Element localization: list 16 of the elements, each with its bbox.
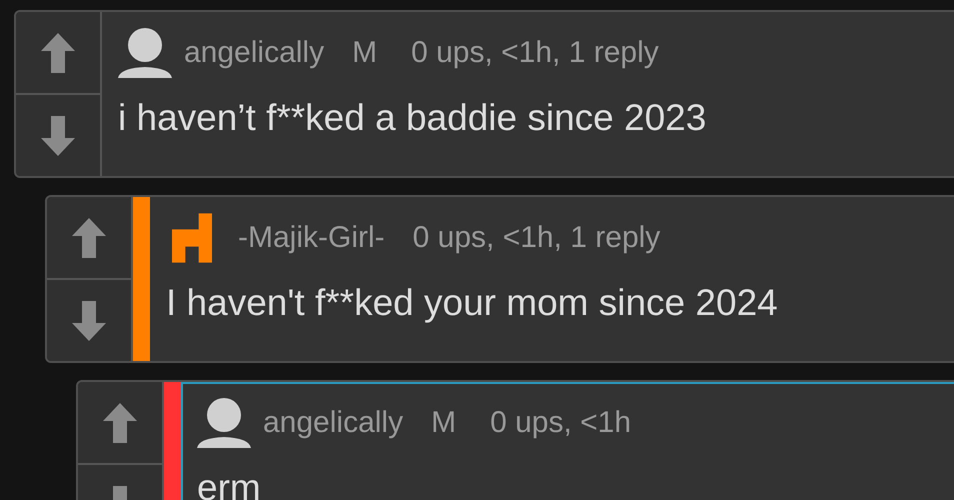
comment-meta: 0 ups, <1h bbox=[490, 406, 632, 440]
comment-text: I haven't f**ked your mom since 2024 bbox=[166, 281, 779, 325]
username[interactable]: -Majik-Girl- bbox=[238, 221, 385, 255]
user-flair-label: M bbox=[352, 36, 378, 70]
user-avatar-icon[interactable] bbox=[118, 28, 172, 78]
comment-text: i haven’t f**ked a baddie since 2023 bbox=[118, 96, 708, 140]
up-arrow-icon bbox=[72, 218, 106, 258]
comment-meta: 0 ups, <1h, 1 reply bbox=[411, 36, 659, 70]
username[interactable]: angelically bbox=[184, 36, 324, 70]
user-flair-label: M bbox=[431, 406, 456, 440]
up-arrow-icon bbox=[103, 402, 137, 442]
user-avatar-icon[interactable] bbox=[197, 398, 251, 448]
username[interactable]: angelically bbox=[263, 406, 404, 440]
up-arrow-icon bbox=[41, 32, 75, 72]
comment-meta: 0 ups, <1h, 1 reply bbox=[412, 221, 660, 255]
pixel-avatar-icon[interactable] bbox=[172, 213, 212, 263]
